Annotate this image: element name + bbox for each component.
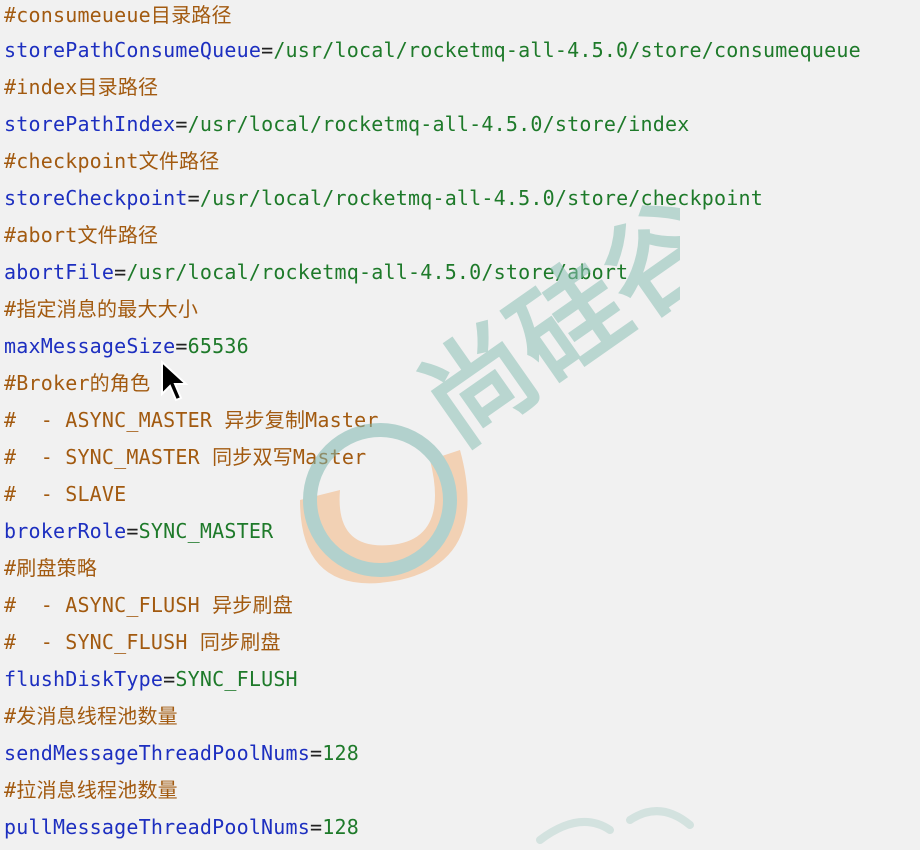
config-value: SYNC_MASTER xyxy=(138,519,274,543)
config-line: brokerRole=SYNC_MASTER xyxy=(4,516,273,546)
config-line: pullMessageThreadPoolNums=128 xyxy=(4,812,359,842)
equals-sign: = xyxy=(310,741,323,765)
config-line: flushDiskType=SYNC_FLUSH xyxy=(4,664,298,694)
config-key: maxMessageSize xyxy=(4,334,176,358)
equals-sign: = xyxy=(175,112,188,136)
config-value: 65536 xyxy=(187,334,249,358)
comment-line: #index目录路径 xyxy=(4,75,159,99)
config-value: /usr/local/rocketmq-all-4.5.0/store/abor… xyxy=(126,260,629,284)
equals-sign: = xyxy=(126,519,139,543)
code-editor[interactable]: #consumeueue目录路径 storePathConsumeQueue=/… xyxy=(0,0,920,842)
mouse-pointer-icon xyxy=(161,360,189,402)
config-key: storePathConsumeQueue xyxy=(4,38,262,62)
config-value: SYNC_FLUSH xyxy=(175,667,298,691)
equals-sign: = xyxy=(163,667,176,691)
comment-line: #abort文件路径 xyxy=(4,223,159,247)
config-key: storePathIndex xyxy=(4,112,176,136)
config-line: storePathIndex=/usr/local/rocketmq-all-4… xyxy=(4,109,690,139)
comment-line: #指定消息的最大大小 xyxy=(4,297,199,321)
config-line: storeCheckpoint=/usr/local/rocketmq-all-… xyxy=(4,183,763,213)
comment-line: #Broker的角色 xyxy=(4,371,151,395)
equals-sign: = xyxy=(187,186,200,210)
config-line: sendMessageThreadPoolNums=128 xyxy=(4,738,359,768)
config-key: abortFile xyxy=(4,260,115,284)
equals-sign: = xyxy=(310,815,323,839)
comment-line: #consumeueue目录路径 xyxy=(4,3,232,27)
comment-line: #checkpoint文件路径 xyxy=(4,149,220,173)
config-key: brokerRole xyxy=(4,519,127,543)
comment-line: #拉消息线程池数量 xyxy=(4,778,178,802)
comment-line: # - SLAVE xyxy=(4,482,127,506)
config-value: 128 xyxy=(322,741,360,765)
comment-line: #刷盘策略 xyxy=(4,556,98,580)
equals-sign: = xyxy=(261,38,274,62)
comment-line: # - SYNC_MASTER 同步双写Master xyxy=(4,445,367,469)
comment-line: #发消息线程池数量 xyxy=(4,704,178,728)
comment-line: # - ASYNC_FLUSH 异步刷盘 xyxy=(4,593,293,617)
config-value: 128 xyxy=(322,815,360,839)
config-key: pullMessageThreadPoolNums xyxy=(4,815,311,839)
config-key: flushDiskType xyxy=(4,667,164,691)
comment-line: # - SYNC_FLUSH 同步刷盘 xyxy=(4,630,281,654)
config-key: sendMessageThreadPoolNums xyxy=(4,741,311,765)
config-line: storePathConsumeQueue=/usr/local/rocketm… xyxy=(4,35,861,65)
config-key: storeCheckpoint xyxy=(4,186,188,210)
equals-sign: = xyxy=(175,334,188,358)
config-value: /usr/local/rocketmq-all-4.5.0/store/inde… xyxy=(187,112,690,136)
config-line: abortFile=/usr/local/rocketmq-all-4.5.0/… xyxy=(4,257,628,287)
config-value: /usr/local/rocketmq-all-4.5.0/store/chec… xyxy=(199,186,763,210)
comment-line: # - ASYNC_MASTER 异步复制Master xyxy=(4,408,379,432)
config-line: maxMessageSize=65536 xyxy=(4,331,249,361)
config-value: /usr/local/rocketmq-all-4.5.0/store/cons… xyxy=(273,38,861,62)
equals-sign: = xyxy=(114,260,127,284)
